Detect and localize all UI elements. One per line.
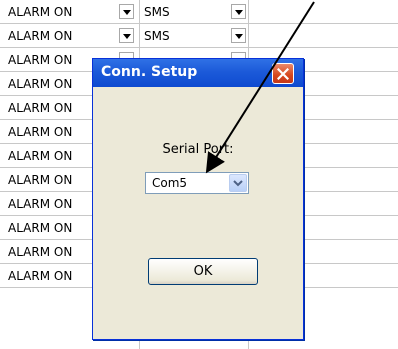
alarm-status: ALARM ON (8, 125, 73, 139)
table-row: ALARM ON SMS (0, 1, 398, 24)
serial-port-label: Serial Port: (162, 142, 234, 157)
chevron-down-icon (233, 180, 243, 187)
status-dropdown[interactable] (119, 28, 134, 43)
alarm-status: ALARM ON (8, 77, 73, 91)
alarm-status: ALARM ON (8, 149, 73, 163)
serial-port-select[interactable]: Com5 (145, 172, 249, 194)
table-row: ALARM ON SMS (0, 25, 398, 48)
alarm-status: ALARM ON (8, 29, 73, 43)
alarm-status: ALARM ON (8, 53, 73, 67)
alarm-status: ALARM ON (8, 245, 73, 259)
mode-dropdown[interactable] (231, 28, 246, 43)
alarm-status: ALARM ON (8, 197, 73, 211)
dialog-titlebar[interactable]: Conn. Setup (93, 59, 303, 87)
conn-setup-dialog: Conn. Setup Serial Port: Com5 OK (92, 58, 304, 340)
dialog-title: Conn. Setup (101, 64, 198, 80)
mode-dropdown[interactable] (231, 4, 246, 19)
alarm-status: ALARM ON (8, 269, 73, 283)
close-button[interactable] (272, 63, 294, 84)
alarm-status: ALARM ON (8, 101, 73, 115)
ok-button[interactable]: OK (148, 258, 258, 285)
dropdown-button[interactable] (229, 174, 247, 192)
mode-value: SMS (144, 5, 170, 19)
close-icon (277, 68, 289, 80)
alarm-status: ALARM ON (8, 173, 73, 187)
alarm-status: ALARM ON (8, 221, 73, 235)
status-dropdown[interactable] (119, 4, 134, 19)
serial-port-value: Com5 (152, 176, 188, 190)
mode-value: SMS (144, 29, 170, 43)
alarm-status: ALARM ON (8, 5, 73, 19)
